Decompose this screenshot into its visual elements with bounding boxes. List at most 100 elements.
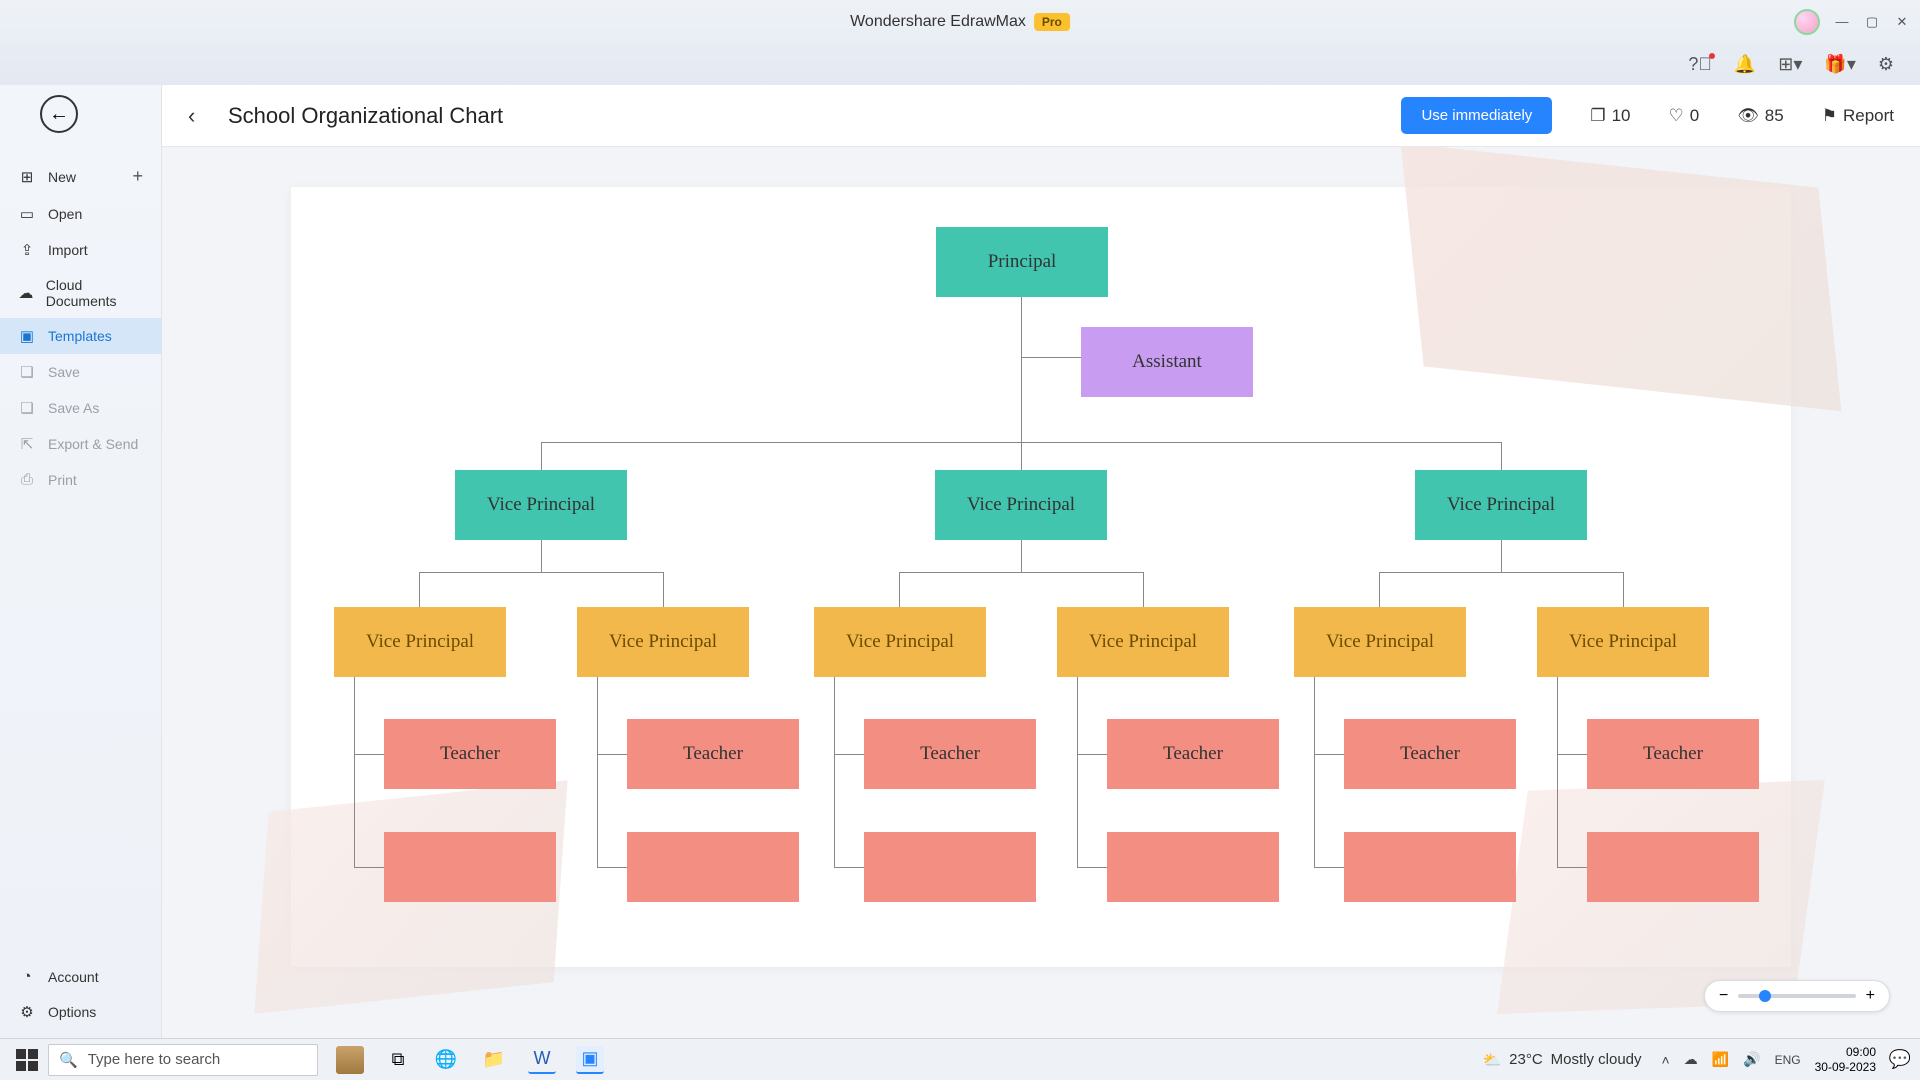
sidebar-item-new[interactable]: ⊞ New + [0, 157, 161, 196]
save-icon: ❏ [18, 363, 36, 381]
taskbar-clock[interactable]: 09:00 30-09-2023 [1815, 1045, 1876, 1074]
clock-time: 09:00 [1815, 1045, 1876, 1059]
app-title: Wondershare EdrawMax [850, 13, 1026, 31]
print-icon: ⎙ [18, 471, 36, 488]
system-tray[interactable]: ˄ ☁ 📶 🔊 ENG [1662, 1051, 1801, 1068]
likes-stat[interactable]: ♡ 0 [1668, 106, 1699, 126]
node-teacher[interactable]: Teacher [1587, 719, 1759, 789]
node-blank[interactable] [864, 832, 1036, 902]
sidebar-item-templates[interactable]: ▣ Templates [0, 318, 161, 354]
maximize-button[interactable]: ▢ [1864, 14, 1880, 30]
report-button[interactable]: ⚑ Report [1822, 106, 1894, 126]
node-vp[interactable]: Vice Principal [455, 470, 627, 540]
node-teacher[interactable]: Teacher [627, 719, 799, 789]
plus-square-icon: ⊞ [18, 168, 36, 186]
use-immediately-button[interactable]: Use immediately [1401, 97, 1552, 134]
bell-icon[interactable]: 🔔 [1734, 54, 1756, 75]
taskbar-weather[interactable]: ⛅ 23°C Mostly cloudy [1482, 1051, 1641, 1069]
connector [1021, 357, 1022, 442]
connector [899, 572, 1143, 573]
node-assistant[interactable]: Assistant [1081, 327, 1253, 397]
node-blank[interactable] [627, 832, 799, 902]
gear-icon[interactable]: ⚙ [1878, 54, 1894, 75]
plus-icon[interactable]: + [132, 166, 143, 187]
node-blank[interactable] [1344, 832, 1516, 902]
connector [1501, 442, 1502, 470]
connector [1501, 540, 1502, 572]
connector [1021, 540, 1022, 572]
connector [541, 540, 542, 572]
node-teacher[interactable]: Teacher [1107, 719, 1279, 789]
taskbar-app-word[interactable]: W [528, 1046, 556, 1074]
sidebar-item-save-as: ❏ Save As [0, 390, 161, 426]
import-icon: ⇪ [18, 241, 36, 259]
zoom-out-icon[interactable]: − [1719, 987, 1728, 1005]
gift-icon[interactable]: 🎁▾ [1824, 54, 1855, 75]
sidebar-item-label: Save As [48, 400, 99, 416]
sidebar-item-label: Export & Send [48, 436, 138, 452]
node-sub-vp[interactable]: Vice Principal [1537, 607, 1709, 677]
tray-wifi-icon[interactable]: 📶 [1712, 1051, 1729, 1068]
connector [597, 677, 598, 867]
views-count: 85 [1765, 106, 1784, 126]
canvas-wrap: Principal Assistant Vice Principal Vice … [162, 147, 1920, 1038]
sidebar-item-label: Templates [48, 328, 112, 344]
sidebar-item-options[interactable]: ⚙ Options [0, 994, 161, 1030]
sidebar-item-save: ❏ Save [0, 354, 161, 390]
connector [1077, 754, 1107, 755]
node-principal[interactable]: Principal [936, 227, 1108, 297]
back-arrow-icon[interactable]: ‹ [188, 103, 212, 129]
apps-icon[interactable]: ⊞▾ [1778, 54, 1802, 75]
tray-language-icon[interactable]: ENG [1775, 1053, 1801, 1067]
close-button[interactable]: ✕ [1894, 14, 1910, 30]
sidebar-item-import[interactable]: ⇪ Import [0, 232, 161, 268]
taskbar-search[interactable]: 🔍 Type here to search [48, 1044, 318, 1076]
node-vp[interactable]: Vice Principal [1415, 470, 1587, 540]
back-circle-button[interactable]: ← [40, 95, 78, 133]
sidebar-item-label: Import [48, 242, 88, 258]
tray-notifications-icon[interactable]: 💬 [1886, 1046, 1914, 1074]
connector [1021, 442, 1022, 470]
taskbar-app-edrawmax[interactable]: ▣ [576, 1046, 604, 1074]
zoom-thumb[interactable] [1759, 990, 1771, 1002]
node-teacher[interactable]: Teacher [384, 719, 556, 789]
tray-chevron-icon[interactable]: ˄ [1662, 1052, 1670, 1068]
clock-date: 30-09-2023 [1815, 1060, 1876, 1074]
page-title: School Organizational Chart [228, 103, 503, 129]
taskbar-app-taskview[interactable]: ⧉ [384, 1046, 412, 1074]
zoom-control[interactable]: − + [1704, 980, 1890, 1012]
views-stat: 👁 85 [1737, 106, 1784, 126]
tray-onedrive-icon[interactable]: ☁ [1684, 1051, 1698, 1068]
tray-volume-icon[interactable]: 🔊 [1743, 1051, 1760, 1068]
node-sub-vp[interactable]: Vice Principal [814, 607, 986, 677]
start-button[interactable] [16, 1049, 38, 1071]
node-sub-vp[interactable]: Vice Principal [334, 607, 506, 677]
taskbar-app-pinned[interactable] [336, 1046, 364, 1074]
sidebar-item-cloud[interactable]: ☁ Cloud Documents [0, 268, 161, 318]
node-blank[interactable] [384, 832, 556, 902]
node-blank[interactable] [1107, 832, 1279, 902]
zoom-slider[interactable] [1738, 994, 1855, 998]
org-chart-canvas[interactable]: Principal Assistant Vice Principal Vice … [291, 187, 1791, 967]
node-sub-vp[interactable]: Vice Principal [1294, 607, 1466, 677]
connector [597, 754, 627, 755]
copies-stat[interactable]: ❐ 10 [1590, 106, 1630, 126]
node-teacher[interactable]: Teacher [1344, 719, 1516, 789]
connector [1021, 357, 1081, 358]
sidebar-item-label: Cloud Documents [46, 277, 143, 309]
avatar[interactable] [1794, 9, 1820, 35]
sidebar-item-open[interactable]: ▭ Open [0, 196, 161, 232]
zoom-in-icon[interactable]: + [1866, 987, 1875, 1005]
node-teacher[interactable]: Teacher [864, 719, 1036, 789]
help-icon[interactable]: ?⃝ [1688, 54, 1712, 75]
node-sub-vp[interactable]: Vice Principal [577, 607, 749, 677]
minimize-button[interactable]: — [1834, 14, 1850, 30]
sidebar: ← ⊞ New + ▭ Open ⇪ Import ☁ Cloud Docume… [0, 85, 162, 1038]
taskbar-app-edge[interactable]: 🌐 [432, 1046, 460, 1074]
node-blank[interactable] [1587, 832, 1759, 902]
taskbar-app-explorer[interactable]: 📁 [480, 1046, 508, 1074]
node-sub-vp[interactable]: Vice Principal [1057, 607, 1229, 677]
eye-icon: 👁 [1737, 106, 1759, 126]
sidebar-item-account[interactable]: ◔ Account [0, 959, 161, 994]
node-vp[interactable]: Vice Principal [935, 470, 1107, 540]
